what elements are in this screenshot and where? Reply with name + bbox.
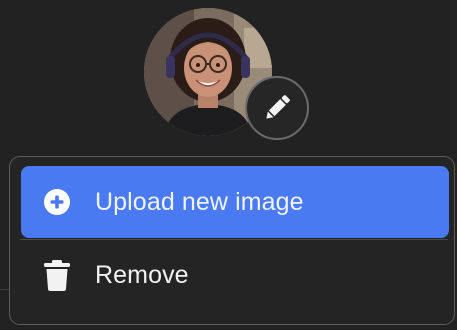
- upload-new-image-menu-item[interactable]: Upload new image: [21, 166, 449, 238]
- profile-image-editor: Upload new image Remove: [0, 0, 457, 330]
- plus-circle-icon: [43, 188, 71, 216]
- pencil-icon: [266, 95, 290, 119]
- trash-icon: [43, 260, 71, 291]
- image-options-menu: Upload new image Remove: [9, 156, 455, 325]
- remove-menu-item[interactable]: Remove: [21, 239, 449, 311]
- edit-avatar-button[interactable]: [245, 76, 309, 140]
- remove-label: Remove: [95, 260, 189, 289]
- upload-new-image-label: Upload new image: [95, 187, 304, 216]
